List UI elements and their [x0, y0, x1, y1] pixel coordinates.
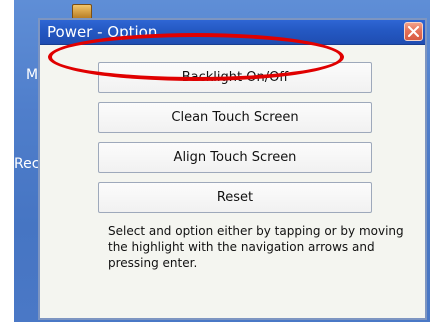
close-button[interactable] [404, 22, 423, 41]
backlight-onoff-button[interactable]: Backlight On/Off [98, 62, 372, 93]
dialog-title: Power - Option [47, 23, 158, 41]
option-buttons: Backlight On/Off Clean Touch Screen Alig… [98, 62, 372, 222]
clean-touch-screen-button[interactable]: Clean Touch Screen [98, 102, 372, 133]
power-option-dialog: Power - Option Backlight On/Off Clean To… [38, 18, 427, 320]
align-touch-screen-button[interactable]: Align Touch Screen [98, 142, 372, 173]
reset-button[interactable]: Reset [98, 182, 372, 213]
instruction-text: Select and option either by tapping or b… [108, 224, 404, 270]
dialog-titlebar[interactable]: Power - Option [40, 20, 425, 45]
desktop-label-rec[interactable]: Rec [14, 156, 39, 172]
close-icon [408, 26, 419, 37]
